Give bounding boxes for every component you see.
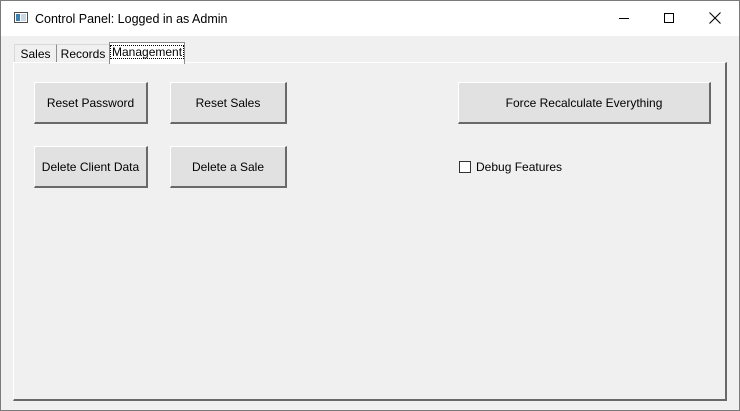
title-bar[interactable]: Control Panel: Logged in as Admin [1, 1, 739, 36]
window-title: Control Panel: Logged in as Admin [35, 12, 228, 26]
delete-client-data-button[interactable]: Delete Client Data [34, 146, 148, 188]
tab-label: Records [60, 47, 106, 61]
force-recalculate-button[interactable]: Force Recalculate Everything [458, 82, 711, 124]
reset-password-button[interactable]: Reset Password [34, 82, 148, 124]
tab-management[interactable]: Management [109, 42, 185, 64]
maximize-icon [664, 13, 674, 23]
management-tab-panel: Reset Password Reset Sales Force Recalcu… [13, 62, 727, 401]
tab-records[interactable]: Records [56, 44, 109, 64]
close-icon [709, 12, 721, 24]
debug-features-checkbox[interactable] [459, 161, 471, 173]
tab-sales[interactable]: Sales [14, 44, 56, 64]
debug-features-label[interactable]: Debug Features [476, 160, 562, 174]
close-button[interactable] [693, 1, 739, 36]
tab-label: Management [110, 45, 185, 59]
tab-label: Sales [20, 47, 51, 61]
control-panel-window: Control Panel: Logged in as Admin Sales … [0, 0, 740, 411]
maximize-button[interactable] [647, 1, 693, 36]
window-client-area: Sales Records Management Reset Password … [1, 36, 739, 410]
delete-sale-button[interactable]: Delete a Sale [170, 146, 287, 188]
minimize-button[interactable] [601, 1, 647, 36]
minimize-icon [619, 18, 629, 19]
app-window-icon [14, 12, 28, 23]
reset-sales-button[interactable]: Reset Sales [170, 82, 287, 124]
